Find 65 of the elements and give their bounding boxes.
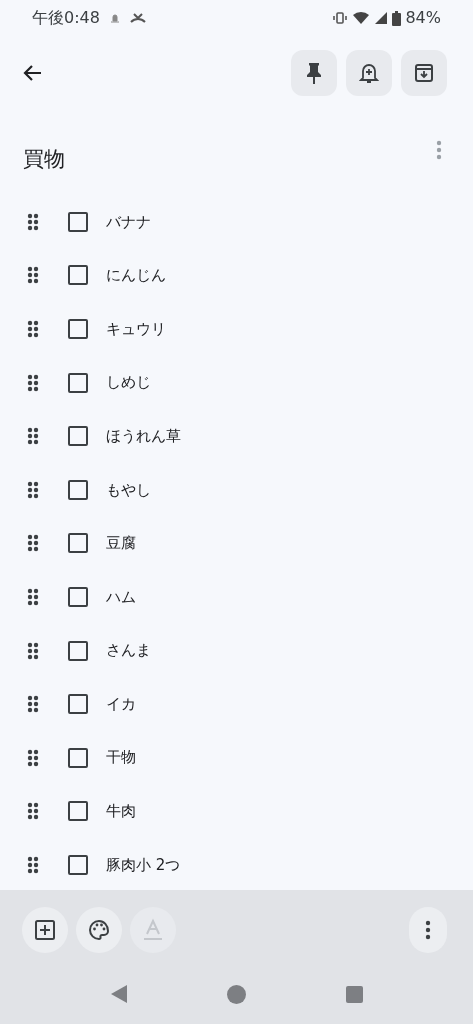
item-text: にんじん: [106, 265, 166, 287]
item-checkbox[interactable]: [68, 372, 88, 393]
item-checkbox[interactable]: [68, 211, 88, 232]
drag-handle-icon: [27, 266, 39, 285]
item-checkbox[interactable]: [68, 319, 88, 339]
item-checkbox[interactable]: [68, 747, 88, 768]
item-text: ハム: [106, 586, 136, 608]
pin-icon: [306, 62, 322, 84]
nav-back-icon[interactable]: [109, 984, 128, 1004]
drag-handle-icon: [27, 855, 39, 874]
drag-handle-icon: [27, 748, 39, 767]
drag-handle-icon: [27, 534, 39, 553]
color-button[interactable]: [76, 907, 122, 953]
item-text: 干物: [106, 747, 136, 769]
drag-handle-icon: [27, 695, 39, 714]
drag-handle-icon: [27, 320, 39, 338]
nav-recents-icon[interactable]: [346, 985, 364, 1003]
item-checkbox[interactable]: [68, 694, 88, 715]
item-text: さんま: [106, 640, 151, 662]
item-checkbox[interactable]: [68, 640, 88, 661]
more-icon: [436, 140, 442, 160]
item-text: バナナ: [106, 211, 151, 233]
item-checkbox[interactable]: [68, 801, 88, 822]
archive-icon: [414, 63, 434, 83]
more-icon: [425, 920, 431, 940]
wifi-icon: [352, 11, 371, 25]
status-time: 午後0:48: [32, 7, 100, 29]
item-checkbox[interactable]: [68, 533, 88, 554]
drag-handle-icon: [27, 480, 39, 499]
drag-handle-icon: [27, 587, 39, 606]
item-checkbox[interactable]: [68, 479, 88, 500]
item-text: 豆腐: [106, 533, 136, 555]
item-text: ほうれん草: [106, 425, 181, 447]
palette-icon: [87, 918, 111, 942]
drag-handle-icon: [27, 212, 39, 231]
note-title: 買物: [23, 146, 65, 173]
battery-percent: 84%: [405, 7, 441, 29]
item-checkbox[interactable]: [68, 586, 88, 607]
drag-handle-icon: [27, 641, 39, 660]
item-text: しめじ: [106, 372, 151, 394]
missed-call-icon: [129, 12, 146, 24]
pin-button[interactable]: [291, 50, 337, 96]
item-text: イカ: [106, 693, 136, 715]
more-options-button[interactable]: [409, 907, 447, 953]
battery-icon: [392, 10, 402, 26]
item-checkbox[interactable]: [68, 265, 88, 286]
item-text: もやし: [106, 479, 151, 501]
drag-handle-icon: [27, 802, 39, 821]
item-text: キュウリ: [106, 318, 166, 340]
drag-handle-icon: [27, 427, 39, 446]
add-box-icon: [34, 919, 56, 941]
item-text: 牛肉: [106, 801, 136, 823]
back-arrow-icon: [22, 64, 42, 82]
nav-home-icon[interactable]: [227, 984, 247, 1004]
add-button[interactable]: [22, 907, 68, 953]
text-format-icon: [142, 918, 164, 942]
item-text: 豚肉小 2つ: [106, 854, 181, 876]
drag-handle-icon: [27, 373, 39, 392]
vibrate-icon: [332, 11, 349, 25]
bell-plus-icon: [359, 62, 379, 84]
item-checkbox[interactable]: [68, 426, 88, 447]
archive-button[interactable]: [401, 50, 447, 96]
reminder-button[interactable]: [346, 50, 392, 96]
signal-icon: [374, 11, 389, 25]
item-checkbox[interactable]: [68, 854, 88, 875]
